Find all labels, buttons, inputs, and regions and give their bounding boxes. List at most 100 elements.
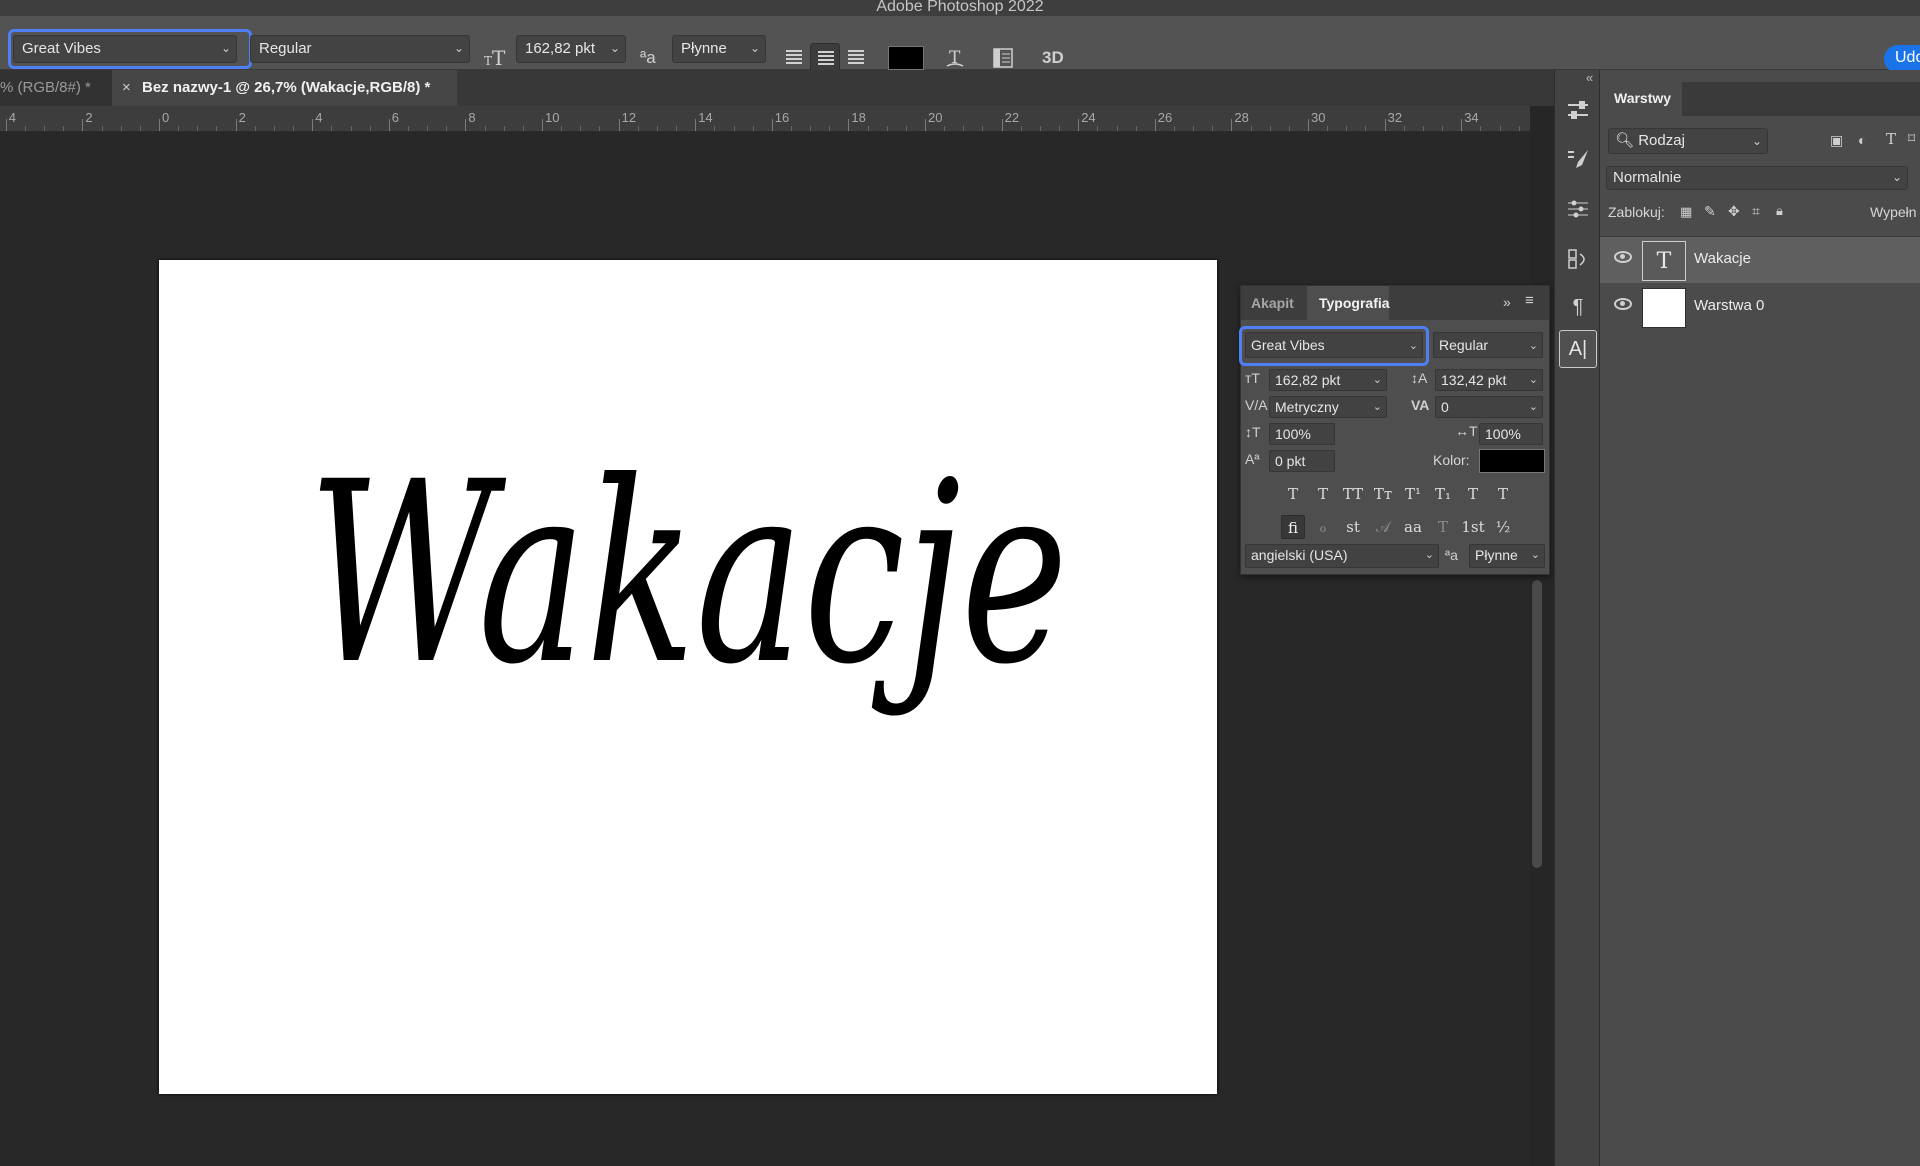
ruler-tick (867, 126, 869, 131)
baseline-shift-field[interactable]: 0 pkt (1269, 450, 1335, 472)
style-button-0[interactable]: T (1281, 482, 1305, 506)
opentype-button-3[interactable]: 𝒜 (1371, 515, 1395, 539)
blend-mode-dropdown[interactable]: Normalnie ⌄ (1606, 166, 1908, 190)
vertical-scale-field[interactable]: 100% (1269, 423, 1335, 445)
eye-icon[interactable] (1614, 298, 1632, 310)
align-left-button[interactable] (779, 43, 809, 73)
document-canvas[interactable]: Wakacje (159, 260, 1217, 1094)
canvas-text[interactable]: Wakacje (308, 428, 1068, 719)
ruler-tick (1327, 126, 1329, 131)
svg-text:T: T (484, 54, 492, 68)
lock-position-icon[interactable]: ✥ (1728, 203, 1740, 220)
threed-button[interactable]: 3D (1042, 47, 1064, 69)
tab-akapit[interactable]: Akapit (1241, 286, 1307, 320)
tab-warstwy[interactable]: Warstwy (1600, 82, 1682, 116)
font-size-field[interactable]: 162,82 pkt ⌄ (1269, 369, 1387, 391)
ruler-tick (618, 119, 620, 131)
opentype-button-0[interactable]: ﬁ (1281, 515, 1305, 539)
filter-adjustment-icon[interactable]: ◐ (1858, 132, 1866, 148)
style-button-6[interactable]: T (1461, 482, 1485, 506)
kerning-field[interactable]: Metryczny ⌄ (1269, 396, 1387, 418)
filter-pixel-icon[interactable]: ▣ (1830, 132, 1843, 149)
antialias-dropdown[interactable]: Płynne ⌄ (1469, 544, 1545, 568)
opentype-button-5[interactable]: T (1431, 515, 1455, 539)
eye-icon[interactable] (1614, 251, 1632, 263)
ruler-tick (1288, 126, 1290, 131)
chevron-down-icon: ⌄ (1528, 340, 1538, 352)
style-button-1[interactable]: T (1311, 482, 1335, 506)
text-color-swatch[interactable] (888, 46, 924, 70)
ruler-label: 20 (928, 110, 943, 125)
lock-all-icon[interactable]: 🔒︎ (1776, 203, 1783, 219)
sliders-icon (1568, 101, 1588, 119)
style-button-7[interactable]: T (1491, 482, 1515, 506)
ruler-tick (1461, 119, 1463, 131)
ruler-tick (1154, 119, 1156, 131)
font-family-dropdown[interactable]: Great Vibes ⌄ (13, 35, 237, 63)
style-button-5[interactable]: T₁ (1431, 482, 1455, 506)
ruler-tick (1346, 126, 1348, 131)
font-size-dropdown[interactable]: 162,82 pkt ⌄ (516, 35, 626, 63)
properties-button[interactable] (1559, 91, 1597, 129)
style-button-2[interactable]: TT (1341, 482, 1365, 506)
opentype-button-2[interactable]: st (1341, 515, 1365, 539)
ruler-tick (1001, 119, 1003, 131)
opentype-button-7[interactable]: ½ (1491, 515, 1515, 539)
ruler-tick (695, 119, 697, 131)
chevron-down-icon: ⌄ (1530, 549, 1540, 561)
antialias-dropdown[interactable]: Płynne ⌄ (672, 35, 766, 63)
font-style-dropdown[interactable]: Regular ⌄ (1433, 332, 1543, 358)
ruler-tick (1499, 126, 1501, 131)
chevron-down-icon: ⌄ (609, 41, 620, 55)
font-size-value: 162,82 pkt (1275, 372, 1341, 388)
style-button-3[interactable]: Tт (1371, 482, 1395, 506)
font-family-dropdown[interactable]: Great Vibes ⌄ (1245, 332, 1423, 358)
close-icon[interactable]: × (122, 70, 131, 106)
leading-field[interactable]: 132,42 pkt ⌄ (1435, 369, 1543, 391)
horizontal-ruler[interactable]: 4 2 0 2 4 6 8 10 12 14 16 18 20 22 24 26 28 30 32 34 (0, 106, 1530, 132)
horizontal-scale-field[interactable]: 100% (1479, 423, 1543, 445)
language-dropdown[interactable]: angielski (USA) ⌄ (1245, 544, 1439, 568)
adjust-icon (1568, 200, 1588, 218)
chevron-down-icon: ⌄ (1372, 374, 1382, 386)
opentype-button-6[interactable]: 1st (1461, 515, 1485, 539)
lock-transparent-icon[interactable]: ▦ (1680, 204, 1692, 220)
filter-shape-icon[interactable]: ⌑ (1908, 130, 1915, 147)
layer-row-wakacje[interactable]: T Wakacje (1600, 237, 1920, 283)
align-right-button[interactable] (841, 43, 871, 73)
lock-artboard-icon[interactable]: ⌗ (1752, 203, 1760, 220)
panel-menu-icon[interactable]: ≡ (1525, 292, 1534, 309)
ruler-tick (331, 126, 333, 131)
ruler-label: 28 (1234, 110, 1249, 125)
share-button[interactable]: Udostępnij (1884, 45, 1920, 73)
layer-filter-dropdown[interactable]: 🔍︎ Rodzaj ⌄ (1608, 128, 1768, 154)
document-tab-other[interactable]: % (RGB/8#) * (0, 70, 112, 106)
tracking-field[interactable]: 0 ⌄ (1435, 396, 1543, 418)
layer-row-warstwa-0[interactable]: Warstwa 0 (1600, 284, 1920, 330)
opentype-button-4[interactable]: aa (1401, 515, 1425, 539)
style-button-4[interactable]: T¹ (1401, 482, 1425, 506)
ruler-tick (963, 126, 965, 131)
font-size-icon: ᴛT (1245, 370, 1260, 386)
filter-type-icon[interactable]: T (1886, 130, 1896, 148)
lock-pixels-icon[interactable]: ✎ (1704, 203, 1716, 220)
tab-typografia[interactable]: Typografia (1307, 286, 1390, 320)
character-button[interactable]: A| (1559, 330, 1597, 368)
ruler-label: 12 (621, 110, 637, 125)
ruler-tick (197, 126, 199, 131)
ruler-tick (1250, 126, 1252, 131)
document-tab-active[interactable]: × Bez nazwy-1 @ 26,7% (Wakacje,RGB/8) * (112, 70, 457, 106)
adjustments-button[interactable] (1559, 190, 1597, 228)
align-center-button[interactable] (810, 43, 840, 73)
text-color-swatch[interactable] (1479, 449, 1545, 473)
font-style-dropdown[interactable]: Regular ⌄ (250, 35, 470, 63)
paragraph-button[interactable]: ¶ (1559, 288, 1597, 326)
canvas-text-layer[interactable]: Wakacje (159, 260, 1217, 1094)
history-button[interactable] (1559, 240, 1597, 278)
collapse-strip-icon[interactable]: « (1586, 70, 1593, 85)
ruler-tick (886, 126, 888, 131)
opentype-button-1[interactable]: ℴ (1311, 515, 1335, 539)
collapse-panel-icon[interactable]: » (1503, 294, 1511, 310)
vertical-scrollbar[interactable] (1532, 580, 1542, 868)
brush-settings-button[interactable] (1559, 140, 1597, 178)
